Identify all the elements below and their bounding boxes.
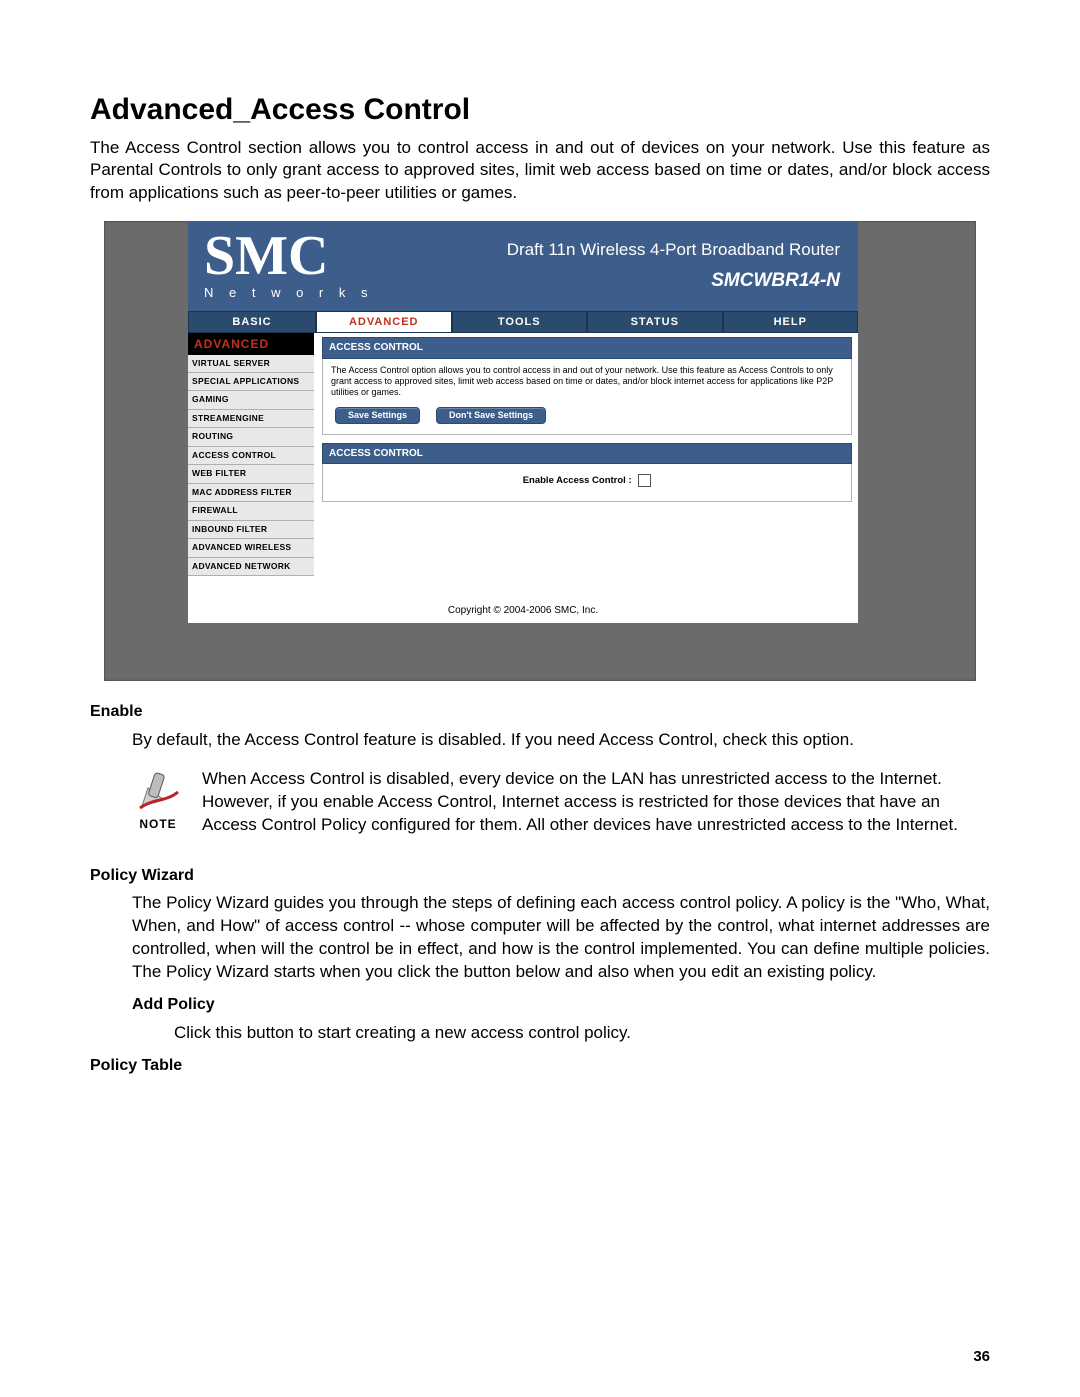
sidebar: ADVANCED VIRTUAL SERVER SPECIAL APPLICAT…: [188, 333, 314, 576]
term-policy-wizard: Policy Wizard: [90, 865, 990, 887]
brand-logo: SMC N e t w o r k s: [188, 221, 379, 311]
term-add-policy-body: Click this button to start creating a ne…: [90, 1022, 990, 1045]
term-policy-table: Policy Table: [90, 1055, 990, 1077]
page-number: 36: [973, 1347, 990, 1367]
tab-basic[interactable]: BASIC: [188, 311, 316, 333]
term-enable: Enable: [90, 701, 990, 723]
note-text: When Access Control is disabled, every d…: [202, 768, 990, 837]
sidebar-item-virtual-server[interactable]: VIRTUAL SERVER: [188, 355, 314, 373]
router-screenshot: SMC N e t w o r k s Draft 11n Wireless 4…: [104, 221, 976, 681]
copyright-text: Copyright © 2004-2006 SMC, Inc.: [188, 604, 858, 618]
term-enable-body: By default, the Access Control feature i…: [90, 729, 990, 752]
brand-logo-text: SMC: [204, 231, 379, 281]
top-tabs: BASIC ADVANCED TOOLS STATUS HELP: [188, 311, 858, 333]
term-policy-wizard-body: The Policy Wizard guides you through the…: [90, 892, 990, 984]
sidebar-item-web-filter[interactable]: WEB FILTER: [188, 465, 314, 483]
sidebar-item-gaming[interactable]: GAMING: [188, 391, 314, 409]
intro-text: The Access Control section allows you to…: [90, 137, 990, 206]
sidebar-item-advanced-wireless[interactable]: ADVANCED WIRELESS: [188, 539, 314, 557]
tab-advanced[interactable]: ADVANCED: [316, 311, 452, 333]
note-label: NOTE: [132, 816, 184, 832]
tab-help[interactable]: HELP: [723, 311, 859, 333]
panel2-title: ACCESS CONTROL: [322, 443, 852, 465]
sidebar-item-inbound-filter[interactable]: INBOUND FILTER: [188, 521, 314, 539]
product-title: Draft 11n Wireless 4-Port Broadband Rout…: [507, 239, 840, 262]
tab-status[interactable]: STATUS: [587, 311, 723, 333]
sidebar-item-access-control[interactable]: ACCESS CONTROL: [188, 447, 314, 465]
router-header: SMC N e t w o r k s Draft 11n Wireless 4…: [188, 221, 858, 311]
sidebar-header: ADVANCED: [188, 333, 314, 354]
note-icon: [136, 768, 180, 812]
product-model: SMCWBR14-N: [711, 268, 840, 294]
save-settings-button[interactable]: Save Settings: [335, 407, 420, 424]
sidebar-item-routing[interactable]: ROUTING: [188, 428, 314, 446]
sidebar-item-streamengine[interactable]: STREAMENGINE: [188, 410, 314, 428]
content-area: ACCESS CONTROL The Access Control option…: [314, 333, 858, 576]
enable-access-control-checkbox[interactable]: [638, 474, 651, 487]
sidebar-item-mac-address-filter[interactable]: MAC ADDRESS FILTER: [188, 484, 314, 502]
note-block: NOTE When Access Control is disabled, ev…: [90, 768, 990, 837]
sidebar-item-firewall[interactable]: FIREWALL: [188, 502, 314, 520]
term-add-policy: Add Policy: [90, 994, 990, 1016]
tab-tools[interactable]: TOOLS: [452, 311, 588, 333]
sidebar-item-advanced-network[interactable]: ADVANCED NETWORK: [188, 558, 314, 576]
sidebar-item-special-applications[interactable]: SPECIAL APPLICATIONS: [188, 373, 314, 391]
enable-access-control-label: Enable Access Control :: [523, 475, 632, 486]
brand-tagline: N e t w o r k s: [204, 284, 379, 302]
panel1-title: ACCESS CONTROL: [322, 337, 852, 359]
dont-save-settings-button[interactable]: Don't Save Settings: [436, 407, 546, 424]
panel1-text: The Access Control option allows you to …: [331, 365, 843, 399]
page-title: Advanced_Access Control: [90, 90, 990, 131]
